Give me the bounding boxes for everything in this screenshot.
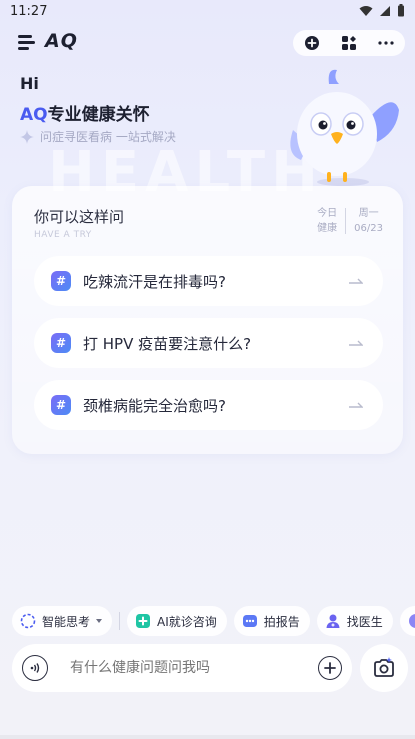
find-doctor-chip[interactable]: 找医生: [316, 606, 393, 636]
report-icon: [242, 613, 258, 629]
photo-report-label: 拍报告: [263, 614, 300, 629]
chat-plus-icon: [304, 36, 319, 50]
more-chip-icon: [408, 613, 415, 629]
smart-thinking-label: 智能思考: [42, 614, 91, 629]
arrow-right-icon: [349, 340, 363, 346]
wifi-icon: [359, 5, 373, 16]
status-icons: [359, 4, 405, 17]
more-icon: [378, 41, 394, 45]
hash-icon: #: [51, 271, 71, 291]
app-title: AQ: [45, 30, 78, 52]
quick-action-chips: 智能思考 AI就诊咨询 拍报告 找医生: [12, 606, 415, 636]
hash-icon: #: [51, 333, 71, 353]
doctor-icon: [325, 613, 341, 629]
header-actions: [293, 30, 405, 56]
question-text: 吃辣流汗是在排毒吗?: [83, 272, 226, 291]
greeting-title-accent: AQ: [20, 105, 48, 125]
grid-icon: [341, 36, 356, 50]
greeting-hi: Hi: [20, 74, 39, 93]
suggested-question[interactable]: # 颈椎病能完全治愈吗?: [34, 380, 383, 430]
camera-button[interactable]: [360, 644, 408, 692]
greeting-subtitle: 问症寻医看病 一站式解决: [20, 128, 176, 145]
date-label: 周一 06/23: [354, 208, 383, 234]
new-chat-button[interactable]: [299, 30, 325, 56]
card-title: 你可以这样问: [34, 208, 125, 226]
add-attachment-button[interactable]: [318, 656, 342, 680]
thinking-icon: [20, 613, 36, 629]
suggested-question[interactable]: # 吃辣流汗是在排毒吗?: [34, 256, 383, 306]
voice-wave-icon: [30, 663, 40, 673]
find-doctor-label: 找医生: [346, 614, 383, 629]
battery-icon: [398, 4, 404, 17]
question-text: 打 HPV 疫苗要注意什么?: [83, 334, 252, 353]
arrow-right-icon: [349, 402, 363, 408]
voice-button[interactable]: [22, 655, 48, 681]
more-button[interactable]: [373, 30, 399, 56]
mascot-bird-icon: [290, 69, 399, 186]
menu-icon[interactable]: [18, 35, 36, 51]
smart-thinking-chip[interactable]: 智能思考: [12, 606, 113, 636]
suggested-question[interactable]: # 打 HPV 疫苗要注意什么?: [34, 318, 383, 368]
apps-button[interactable]: [336, 30, 362, 56]
camera-icon: [374, 657, 394, 677]
date-divider: [345, 208, 347, 234]
photo-report-chip[interactable]: 拍报告: [233, 606, 310, 636]
greeting-title: AQ专业健康关怀: [20, 100, 150, 125]
hash-icon: #: [51, 395, 71, 415]
chip-divider: [119, 612, 121, 630]
plus-icon: [324, 662, 336, 674]
ai-consult-label: AI就诊咨询: [157, 614, 217, 629]
today-health-label: 今日 健康: [317, 208, 338, 234]
arrow-right-icon: [349, 278, 363, 284]
question-text: 颈椎病能完全治愈吗?: [83, 396, 226, 415]
more-chip[interactable]: [399, 606, 415, 636]
card-subtitle: HAVE A TRY: [34, 230, 92, 240]
medical-plus-icon: [135, 613, 151, 629]
status-time: 11:27: [10, 4, 48, 19]
ai-consult-chip[interactable]: AI就诊咨询: [127, 606, 227, 636]
chat-input[interactable]: [68, 659, 318, 677]
sparkle-icon: [20, 129, 34, 144]
greeting-subtitle-text: 问症寻医看病 一站式解决: [40, 130, 176, 144]
greeting-title-rest: 专业健康关怀: [47, 105, 150, 125]
caret-down-icon: [96, 619, 103, 623]
chat-input-bar: [12, 644, 352, 692]
signal-icon: [380, 5, 390, 16]
card-date: 今日 健康 周一 06/23: [317, 206, 383, 236]
suggestion-card: 你可以这样问 HAVE A TRY 今日 健康 周一 06/23 # 吃辣流汗是…: [12, 186, 403, 454]
navigation-bar: [0, 735, 415, 739]
